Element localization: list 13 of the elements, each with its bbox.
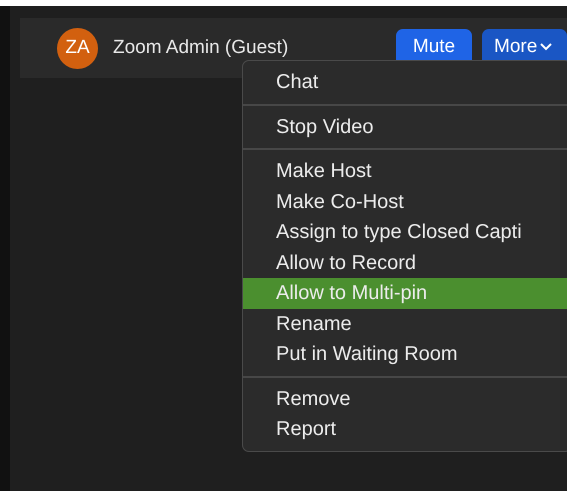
menu-item[interactable]: Remove [243, 384, 567, 414]
participant-name: Zoom Admin (Guest) [113, 36, 288, 60]
menu-item[interactable]: Make Host [243, 156, 567, 186]
menu-item[interactable]: Stop Video [243, 112, 567, 142]
menu-item[interactable]: Rename [243, 308, 567, 339]
menu-item[interactable]: Assign to type Closed Capti [243, 217, 567, 248]
menu-item[interactable]: Report [243, 414, 567, 444]
avatar: ZA [57, 28, 98, 68]
menu-item[interactable]: Make Co-Host [243, 186, 567, 217]
menu-item[interactable]: Chat [243, 67, 567, 98]
menu-item[interactable]: Put in Waiting Room [243, 339, 567, 370]
menu-item[interactable]: Allow to Record [243, 248, 567, 278]
chevron-down-icon [540, 43, 552, 51]
